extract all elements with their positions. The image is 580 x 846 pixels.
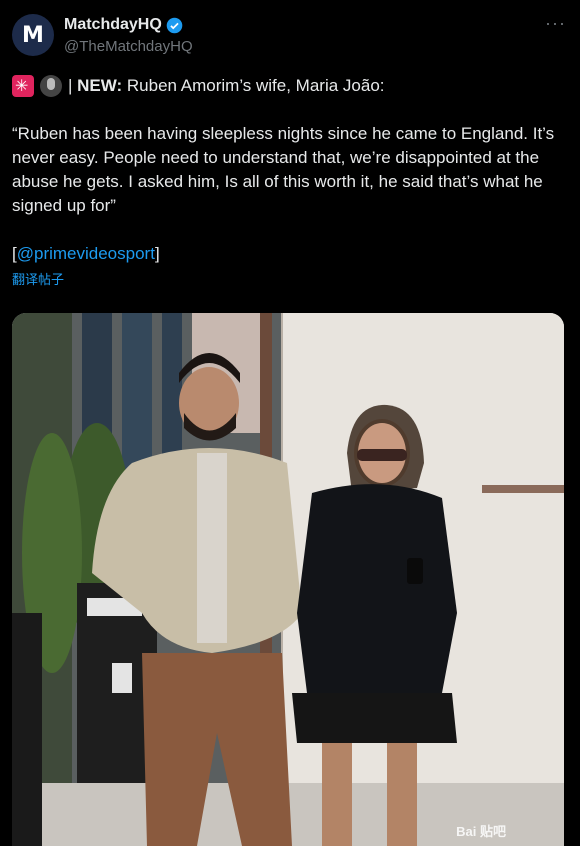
headline: | NEW: Ruben Amorim’s wife, Maria João:: [12, 74, 560, 99]
mention-link[interactable]: @primevideosport: [17, 244, 155, 263]
author-names: MatchdayHQ @TheMatchdayHQ: [64, 16, 193, 55]
translate-button[interactable]: 翻译帖子: [12, 268, 560, 292]
verified-badge-icon: [166, 17, 183, 33]
more-options-icon[interactable]: ···: [545, 13, 566, 34]
source-link: [@primevideosport]: [12, 242, 560, 266]
tweet-text: | NEW: Ruben Amorim’s wife, Maria João: …: [12, 74, 560, 292]
siren-emoji-icon: [12, 75, 34, 99]
headline-text: | NEW: Ruben Amorim’s wife, Maria João:: [68, 74, 385, 98]
microphone-emoji-icon: [40, 75, 62, 97]
headline-bold: NEW:: [77, 76, 123, 95]
display-name-row[interactable]: MatchdayHQ: [64, 16, 193, 34]
photo-illustration: [12, 313, 564, 846]
tweet-header: M MatchdayHQ @TheMatchdayHQ ···: [12, 13, 568, 59]
photo-watermark: Bai 贴吧: [456, 824, 506, 839]
avatar[interactable]: M: [12, 14, 54, 56]
headline-rest: Ruben Amorim’s wife, Maria João:: [122, 76, 385, 95]
headline-prefix: |: [68, 76, 78, 95]
link-bracket-close: ]: [154, 244, 160, 263]
quote-text: “Ruben has been having sleepless nights …: [12, 124, 555, 215]
avatar-letter: M: [22, 22, 44, 48]
tweet-photo[interactable]: Bai 贴吧: [12, 313, 564, 846]
handle[interactable]: @TheMatchdayHQ: [64, 38, 193, 55]
display-name[interactable]: MatchdayHQ: [64, 16, 162, 34]
